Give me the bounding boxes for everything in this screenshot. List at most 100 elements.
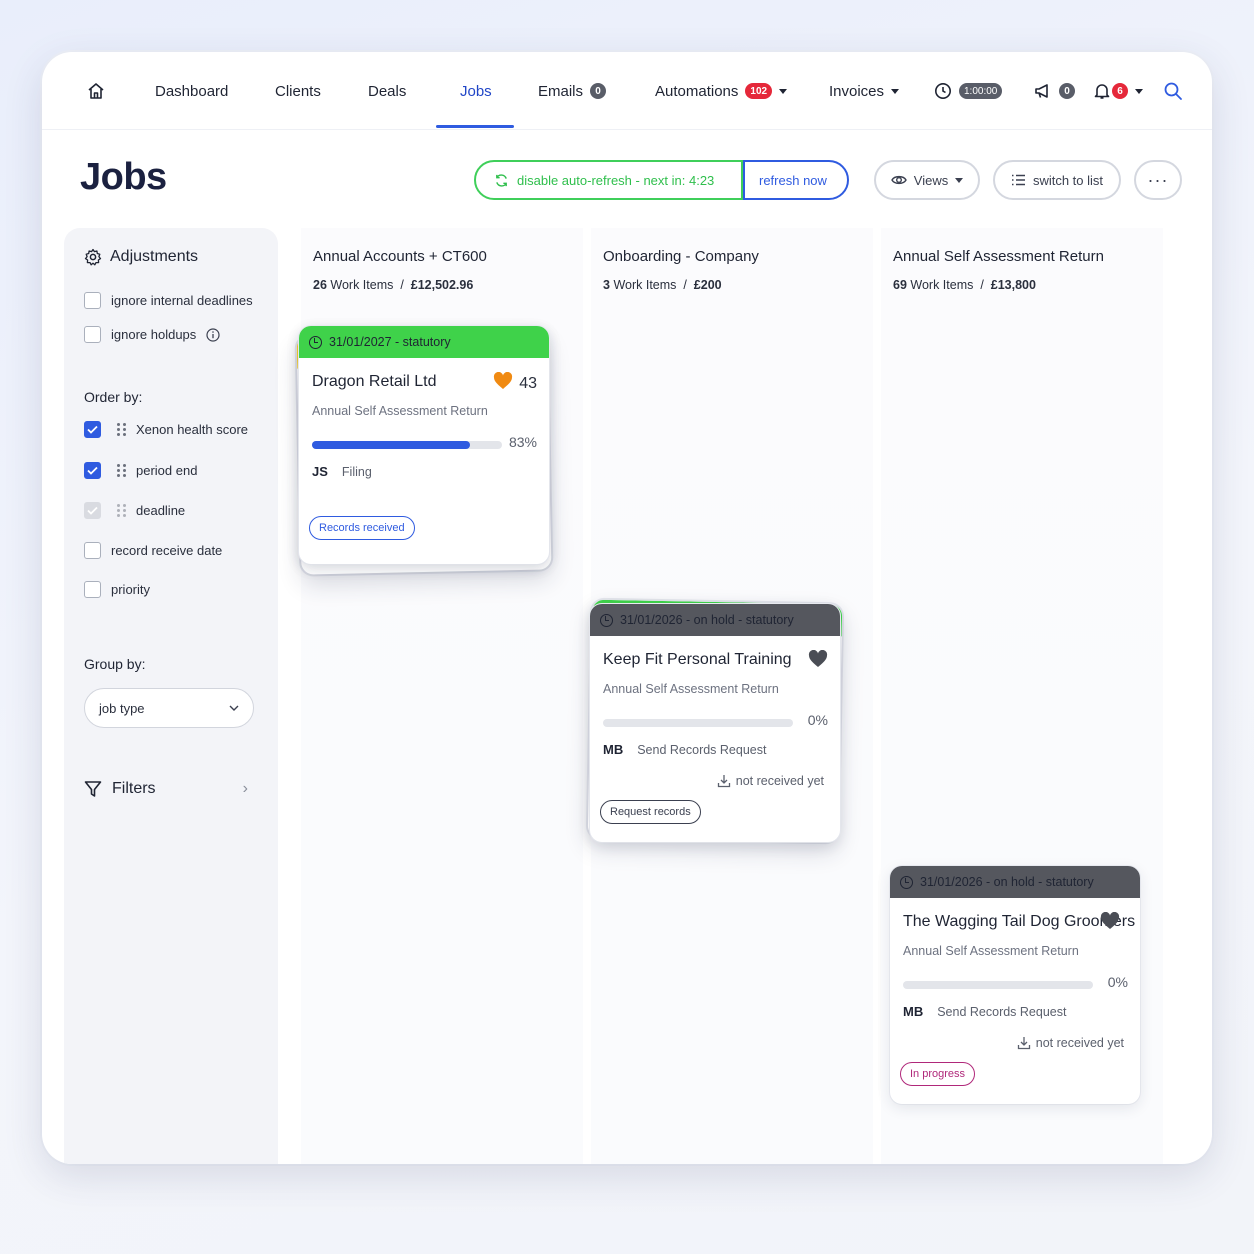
nav-automations[interactable]: Automations 102	[655, 52, 788, 130]
job-type: Annual Self Assessment Return	[603, 682, 779, 696]
nav-deals[interactable]: Deals	[368, 52, 406, 130]
filters-toggle[interactable]: Filters ›	[84, 780, 248, 798]
nav-jobs[interactable]: Jobs	[460, 52, 492, 130]
nav-emails-label: Emails	[538, 82, 584, 100]
ignore-deadlines-checkbox[interactable]	[84, 292, 101, 309]
deadline-text: 31/01/2027 - statutory	[329, 335, 451, 349]
client-name[interactable]: Keep Fit Personal Training	[603, 651, 792, 669]
filter-icon	[84, 781, 102, 797]
job-type: Annual Self Assessment Return	[903, 944, 1079, 958]
records-status: not received yet	[1017, 1036, 1124, 1050]
drag-handle-icon[interactable]	[117, 423, 126, 436]
order-option-period-end[interactable]: period end	[84, 462, 197, 479]
records-status: not received yet	[717, 774, 824, 788]
group-by-label: Group by:	[84, 656, 146, 672]
chevron-down-icon	[779, 88, 788, 94]
clock-icon	[935, 83, 951, 99]
nav-clients[interactable]: Clients	[275, 52, 321, 130]
column-summary: 26 Work Items / £12,502.96	[313, 278, 474, 292]
eye-icon	[890, 175, 907, 185]
nav-emails[interactable]: Emails 0	[538, 52, 607, 130]
period-end-checkbox[interactable]	[84, 462, 101, 479]
record-date-checkbox[interactable]	[84, 542, 101, 559]
assignee-initials: MB	[603, 742, 624, 757]
period-end-label: period end	[136, 463, 198, 478]
chevron-down-icon	[891, 88, 900, 94]
refresh-now-button[interactable]: refresh now	[743, 160, 849, 200]
progress-bar	[603, 719, 793, 727]
home-icon[interactable]	[86, 52, 106, 130]
progress-bar	[312, 441, 502, 449]
nav-invoices[interactable]: Invoices	[829, 52, 900, 130]
switch-label: switch to list	[1032, 172, 1104, 188]
chevron-right-icon: ›	[242, 780, 248, 797]
progress-fill	[312, 441, 470, 449]
views-label: Views	[913, 172, 949, 188]
status-tag[interactable]: In progress	[900, 1062, 976, 1086]
health-score-value: 43	[519, 374, 537, 392]
list-icon	[1011, 174, 1025, 186]
disable-autorefresh-button[interactable]: disable auto-refresh - next in: 4:23	[474, 160, 743, 200]
emails-count-badge: 0	[590, 83, 607, 99]
task-row: JS Filing	[312, 464, 372, 479]
switch-to-list-button[interactable]: switch to list	[993, 160, 1121, 200]
timer-button[interactable]: 1:00:00	[934, 52, 1003, 130]
deadline-text: 31/01/2026 - on hold - statutory	[920, 875, 1094, 889]
notifications-count: 6	[1112, 83, 1128, 99]
nav-automations-label: Automations	[655, 82, 739, 100]
client-name[interactable]: Dragon Retail Ltd	[312, 373, 437, 391]
notifications-button[interactable]: 6	[1093, 52, 1143, 130]
clock-icon	[309, 335, 322, 349]
job-type: Annual Self Assessment Return	[312, 404, 488, 418]
order-option-record-date[interactable]: record receive date	[84, 542, 222, 559]
job-card[interactable]: 31/01/2026 - on hold - statutory The Wagg…	[890, 866, 1140, 1104]
status-tag[interactable]: Request records	[600, 800, 701, 824]
nav-invoices-label: Invoices	[829, 82, 885, 100]
priority-checkbox[interactable]	[84, 581, 101, 598]
order-option-health[interactable]: Xenon health score	[84, 421, 248, 438]
priority-label: priority	[111, 582, 151, 597]
deadline-text: 31/01/2026 - on hold - statutory	[620, 613, 794, 627]
announcements-button[interactable]: 0	[1034, 52, 1075, 130]
views-button[interactable]: Views	[874, 160, 980, 200]
health-score[interactable]	[1100, 911, 1120, 935]
order-option-priority[interactable]: priority	[84, 581, 150, 598]
gear-icon	[84, 248, 102, 266]
work-item-count: 26	[313, 278, 327, 292]
task-row: MB Send Records Request	[603, 742, 766, 757]
health-label: Xenon health score	[136, 422, 249, 437]
app-window: Dashboard Clients Deals Jobs Emails 0 Aut…	[42, 52, 1212, 1164]
download-icon	[1017, 1037, 1030, 1050]
refresh-now-label: refresh now	[759, 172, 827, 188]
nav-dashboard[interactable]: Dashboard	[155, 52, 228, 130]
autorefresh-label: disable auto-refresh - next in: 4:23	[517, 172, 715, 188]
job-card[interactable]: 31/01/2027 - statutory Dragon Retail Ltd A…	[299, 326, 549, 564]
column-summary: 69 Work Items / £13,800	[893, 278, 1036, 292]
progress-percent: 0%	[1107, 974, 1128, 990]
ignore-holdups-option[interactable]: ignore holdups	[84, 326, 220, 343]
adjustments-header: Adjustments	[84, 248, 198, 266]
nav-clients-label: Clients	[275, 82, 321, 100]
more-options-button[interactable]: ···	[1134, 160, 1182, 200]
column-title: Annual Self Assessment Return	[893, 248, 1104, 265]
group-by-select[interactable]: job type	[84, 688, 254, 728]
health-score[interactable]	[808, 649, 828, 673]
records-status-text: not received yet	[1035, 1036, 1124, 1050]
ignore-holdups-checkbox[interactable]	[84, 326, 101, 343]
drag-handle-icon[interactable]	[117, 464, 126, 477]
status-tag[interactable]: Records received	[309, 516, 415, 540]
ignore-deadlines-option[interactable]: ignore internal deadlines	[84, 292, 253, 309]
job-card[interactable]: 31/01/2026 - on hold - statutory Keep Fit…	[590, 604, 840, 842]
active-tab-indicator	[436, 125, 514, 128]
info-icon[interactable]	[206, 327, 220, 342]
bell-icon	[1094, 84, 1110, 99]
group-by-value: job type	[99, 700, 145, 716]
megaphone-icon	[1035, 84, 1048, 98]
column-title: Annual Accounts + CT600	[313, 248, 487, 265]
more-icon: ···	[1147, 169, 1169, 190]
health-checkbox[interactable]	[84, 421, 101, 438]
search-icon[interactable]	[1163, 52, 1183, 130]
refresh-controls: disable auto-refresh - next in: 4:23 ref…	[474, 160, 849, 200]
health-score[interactable]: 43	[493, 371, 537, 395]
task-name: Filing	[341, 464, 372, 479]
